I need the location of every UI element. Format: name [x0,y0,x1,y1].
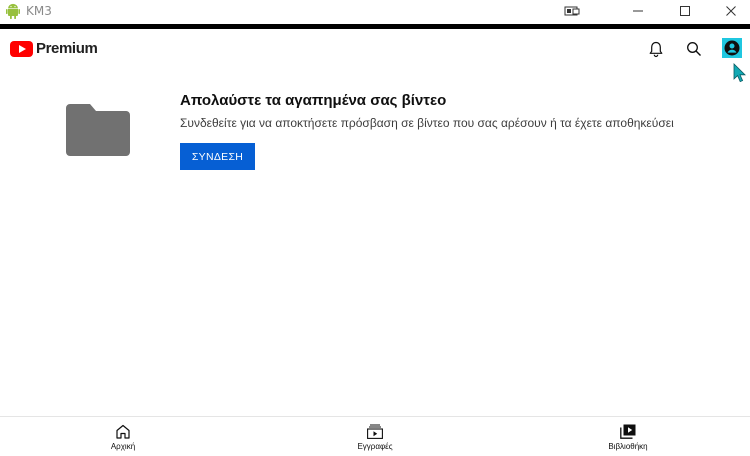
account-icon [724,40,740,56]
nav-item-subscriptions[interactable]: Εγγραφές [315,417,435,456]
window-title: KM3 [26,4,52,18]
bottom-navigation: Αρχική Εγγραφές Βιβλιοθήκη [0,416,750,455]
youtube-premium-logo[interactable]: Premium [10,40,98,57]
minimize-icon [633,10,643,12]
page-title: Απολαύστε τα αγαπημένα σας βίντεο [180,92,447,109]
device-mirror-icon [564,6,580,16]
folder-icon [66,104,130,156]
nav-label-home: Αρχική [110,442,136,451]
maximize-icon [680,6,690,16]
close-icon [726,6,736,16]
nav-item-library[interactable]: Βιβλιοθήκη [568,417,688,456]
account-button[interactable] [722,38,742,58]
app-header: Premium [0,29,750,69]
device-mirror-button[interactable] [552,0,592,22]
page-subtitle: Συνδεθείτε για να αποκτήσετε πρόσβαση σε… [180,116,674,130]
youtube-logo-icon [10,40,33,57]
minimize-button[interactable] [618,0,658,22]
library-icon [620,424,636,439]
bell-icon [649,41,663,57]
mouse-cursor-icon [733,63,746,83]
nav-label-subscriptions: Εγγραφές [357,442,393,451]
subscriptions-icon [367,424,383,439]
close-button[interactable] [711,0,750,22]
notifications-button[interactable] [645,38,667,60]
search-button[interactable] [683,38,705,60]
nav-item-home[interactable]: Αρχική [63,417,183,456]
brand-label: Premium [36,40,98,57]
window-titlebar: KM3 [0,0,750,22]
android-icon [6,3,20,19]
maximize-button[interactable] [665,0,705,22]
signin-button[interactable]: ΣΥΝΔΕΣΗ [180,143,255,170]
search-icon [687,42,701,56]
home-icon [116,424,130,439]
nav-label-library: Βιβλιοθήκη [608,442,648,451]
